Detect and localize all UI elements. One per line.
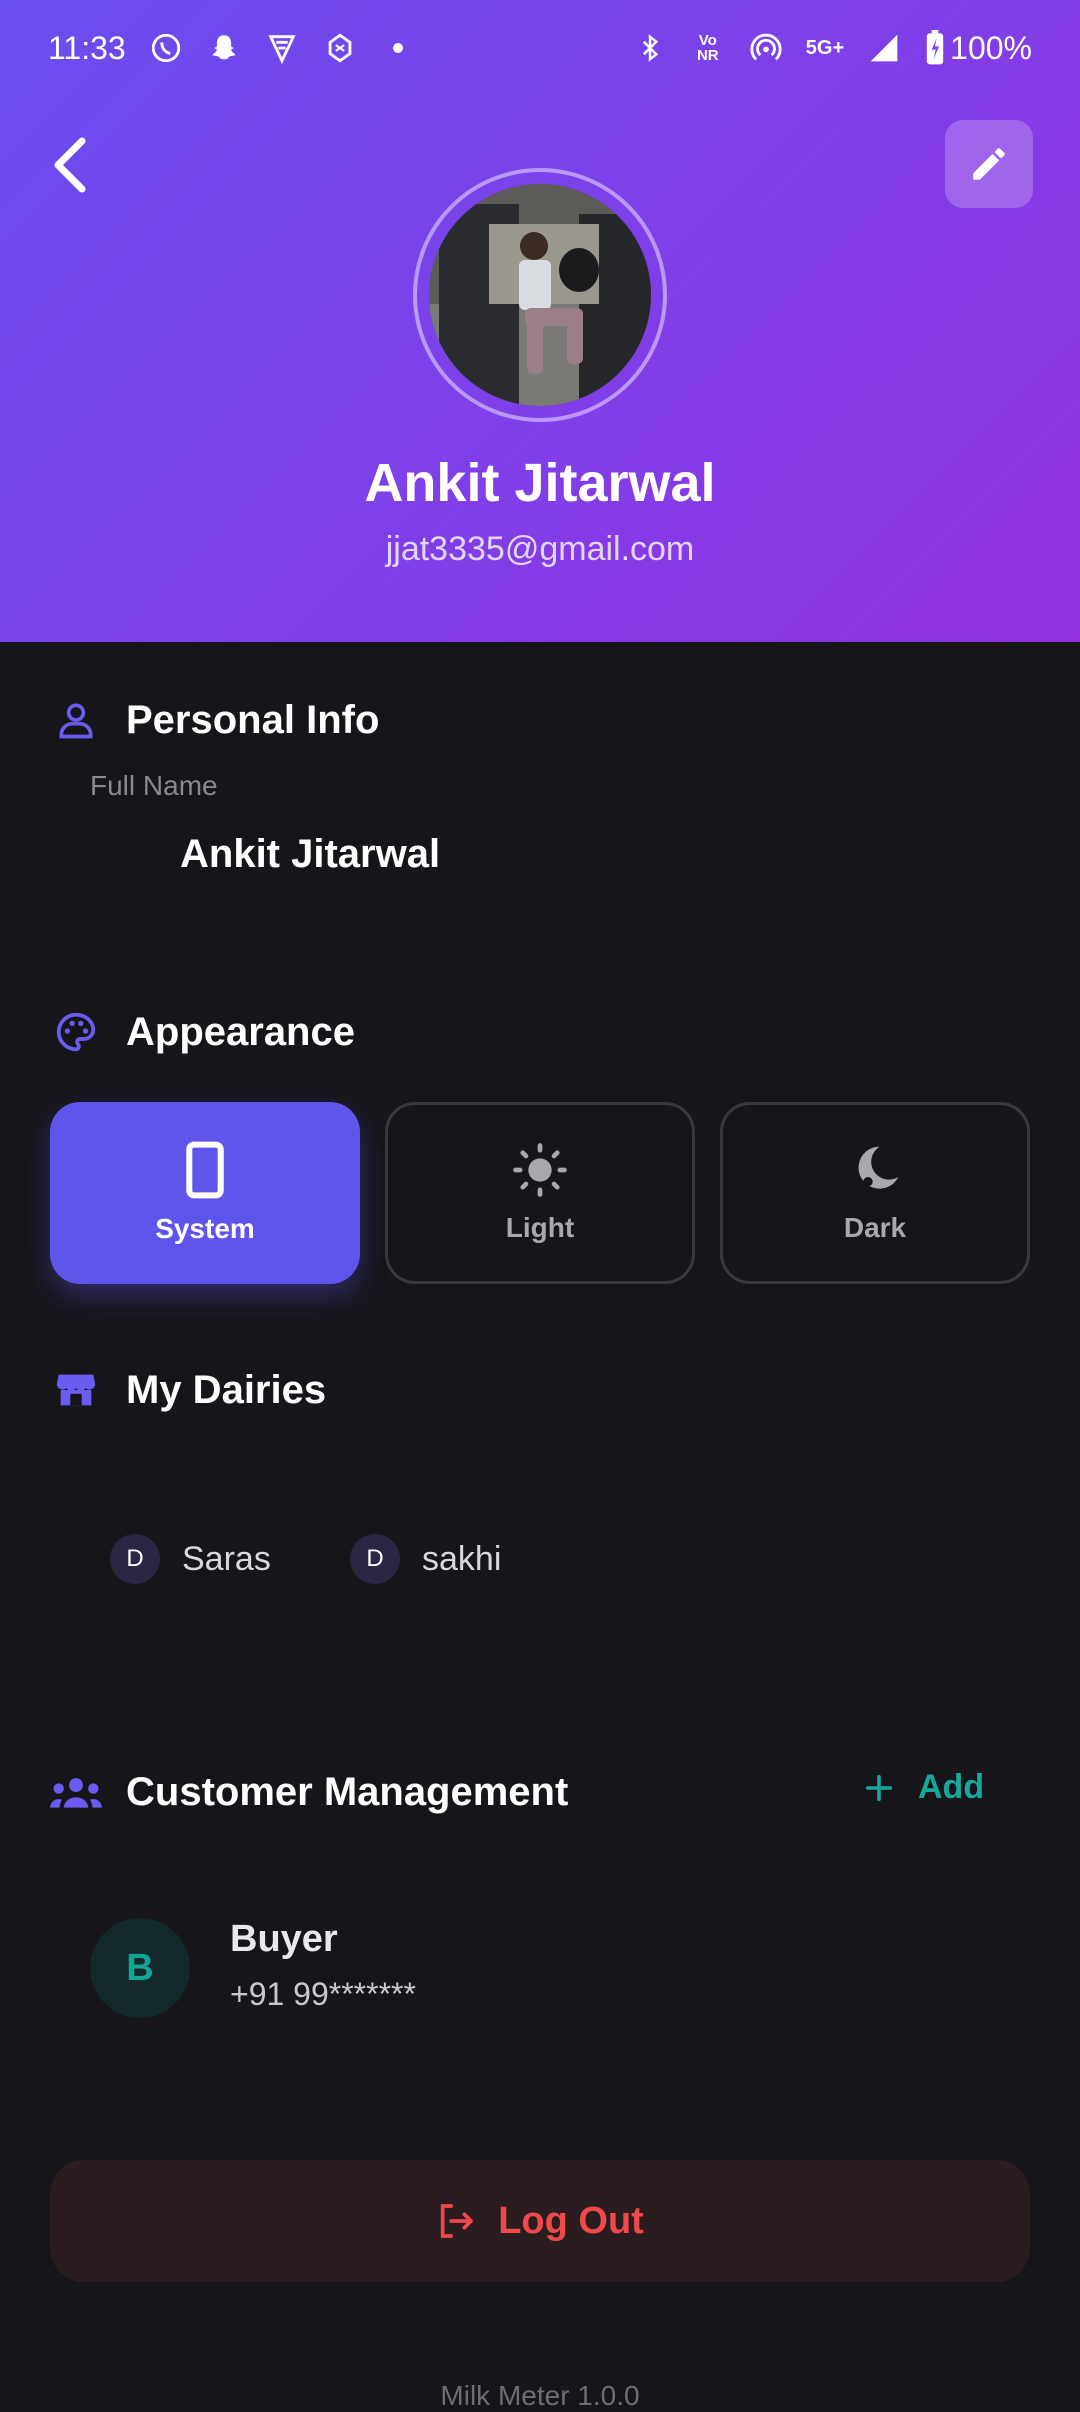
whatsapp-icon <box>148 30 184 66</box>
5g-icon: 5G+ <box>805 36 845 59</box>
logout-label: Log Out <box>498 2199 644 2242</box>
dairy-initial: D <box>110 1534 160 1584</box>
avatar[interactable] <box>413 168 667 422</box>
theme-option-label: System <box>155 1213 255 1244</box>
dairy-initial: D <box>350 1534 400 1584</box>
moon-icon <box>858 1146 899 1189</box>
dairy-name: sakhi <box>422 1539 502 1578</box>
section-appearance: Appearance <box>50 1006 355 1058</box>
dot-icon <box>380 30 416 66</box>
signal-icon <box>866 30 902 66</box>
add-customer-button[interactable]: Add <box>862 1768 984 1807</box>
vonr-icon: Vo NR <box>696 32 719 64</box>
sun-icon <box>513 1143 567 1197</box>
section-customer-management: Customer Management <box>50 1766 568 1818</box>
customer-avatar: B <box>90 1918 190 2018</box>
customer-phone: +91 99******* <box>230 1976 416 2012</box>
full-name-label: Full Name <box>90 770 218 801</box>
status-time: 11:33 <box>48 29 126 66</box>
logout-button[interactable]: Log Out <box>50 2160 1030 2282</box>
group-icon <box>50 1766 102 1818</box>
app-version: Milk Meter 1.0.0 <box>440 2380 640 2411</box>
logout-icon <box>441 2204 474 2238</box>
store-icon <box>50 1364 102 1416</box>
section-title-personal-info: Personal Info <box>126 697 380 742</box>
theme-option-label: Light <box>505 1212 575 1243</box>
theme-option-system[interactable]: System <box>50 1102 360 1284</box>
bluetooth-icon <box>632 30 668 66</box>
pencil-icon <box>973 148 1005 180</box>
dairy-chip-sakhi[interactable]: D sakhi <box>350 1534 501 1584</box>
theme-option-dark[interactable]: Dark <box>720 1102 1030 1284</box>
chevron-left-icon <box>54 137 86 193</box>
full-name-value: Ankit Jitarwal <box>180 832 441 876</box>
back-button[interactable] <box>40 125 100 205</box>
plus-icon <box>865 1774 893 1801</box>
section-title-appearance: Appearance <box>126 1009 355 1054</box>
profile-header: 11:33 Vo NR 5G+ 100% Ankit Jitarwal jjat… <box>0 0 1080 642</box>
battery-icon <box>924 30 946 66</box>
person-icon <box>50 694 102 746</box>
dairy-name: Saras <box>182 1539 271 1578</box>
section-my-dairies: My Dairies <box>50 1364 326 1416</box>
section-personal-info: Personal Info <box>50 694 379 746</box>
hotspot-icon <box>748 30 784 66</box>
theme-option-light[interactable]: Light <box>385 1102 695 1284</box>
battery-level: 100% <box>950 29 1032 66</box>
customer-name[interactable]: Buyer <box>230 1918 338 1961</box>
edit-profile-button[interactable] <box>945 120 1033 208</box>
profile-name: Ankit Jitarwal <box>364 453 716 513</box>
status-bar: 11:33 Vo NR 5G+ 100% <box>0 0 1080 96</box>
section-title-my-dairies: My Dairies <box>126 1367 327 1412</box>
section-title-customer-management: Customer Management <box>126 1769 569 1814</box>
palette-icon <box>50 1006 102 1058</box>
add-customer-label: Add <box>918 1768 985 1806</box>
theme-option-label: Dark <box>843 1212 907 1243</box>
vpn-icon <box>264 30 300 66</box>
app-icon <box>322 30 358 66</box>
dairy-chip-saras[interactable]: D Saras <box>110 1534 271 1584</box>
snapchat-icon <box>206 30 242 66</box>
phone-icon <box>186 1141 224 1199</box>
profile-photo <box>429 184 651 406</box>
profile-email: jjat3335@gmail.com <box>385 530 695 568</box>
